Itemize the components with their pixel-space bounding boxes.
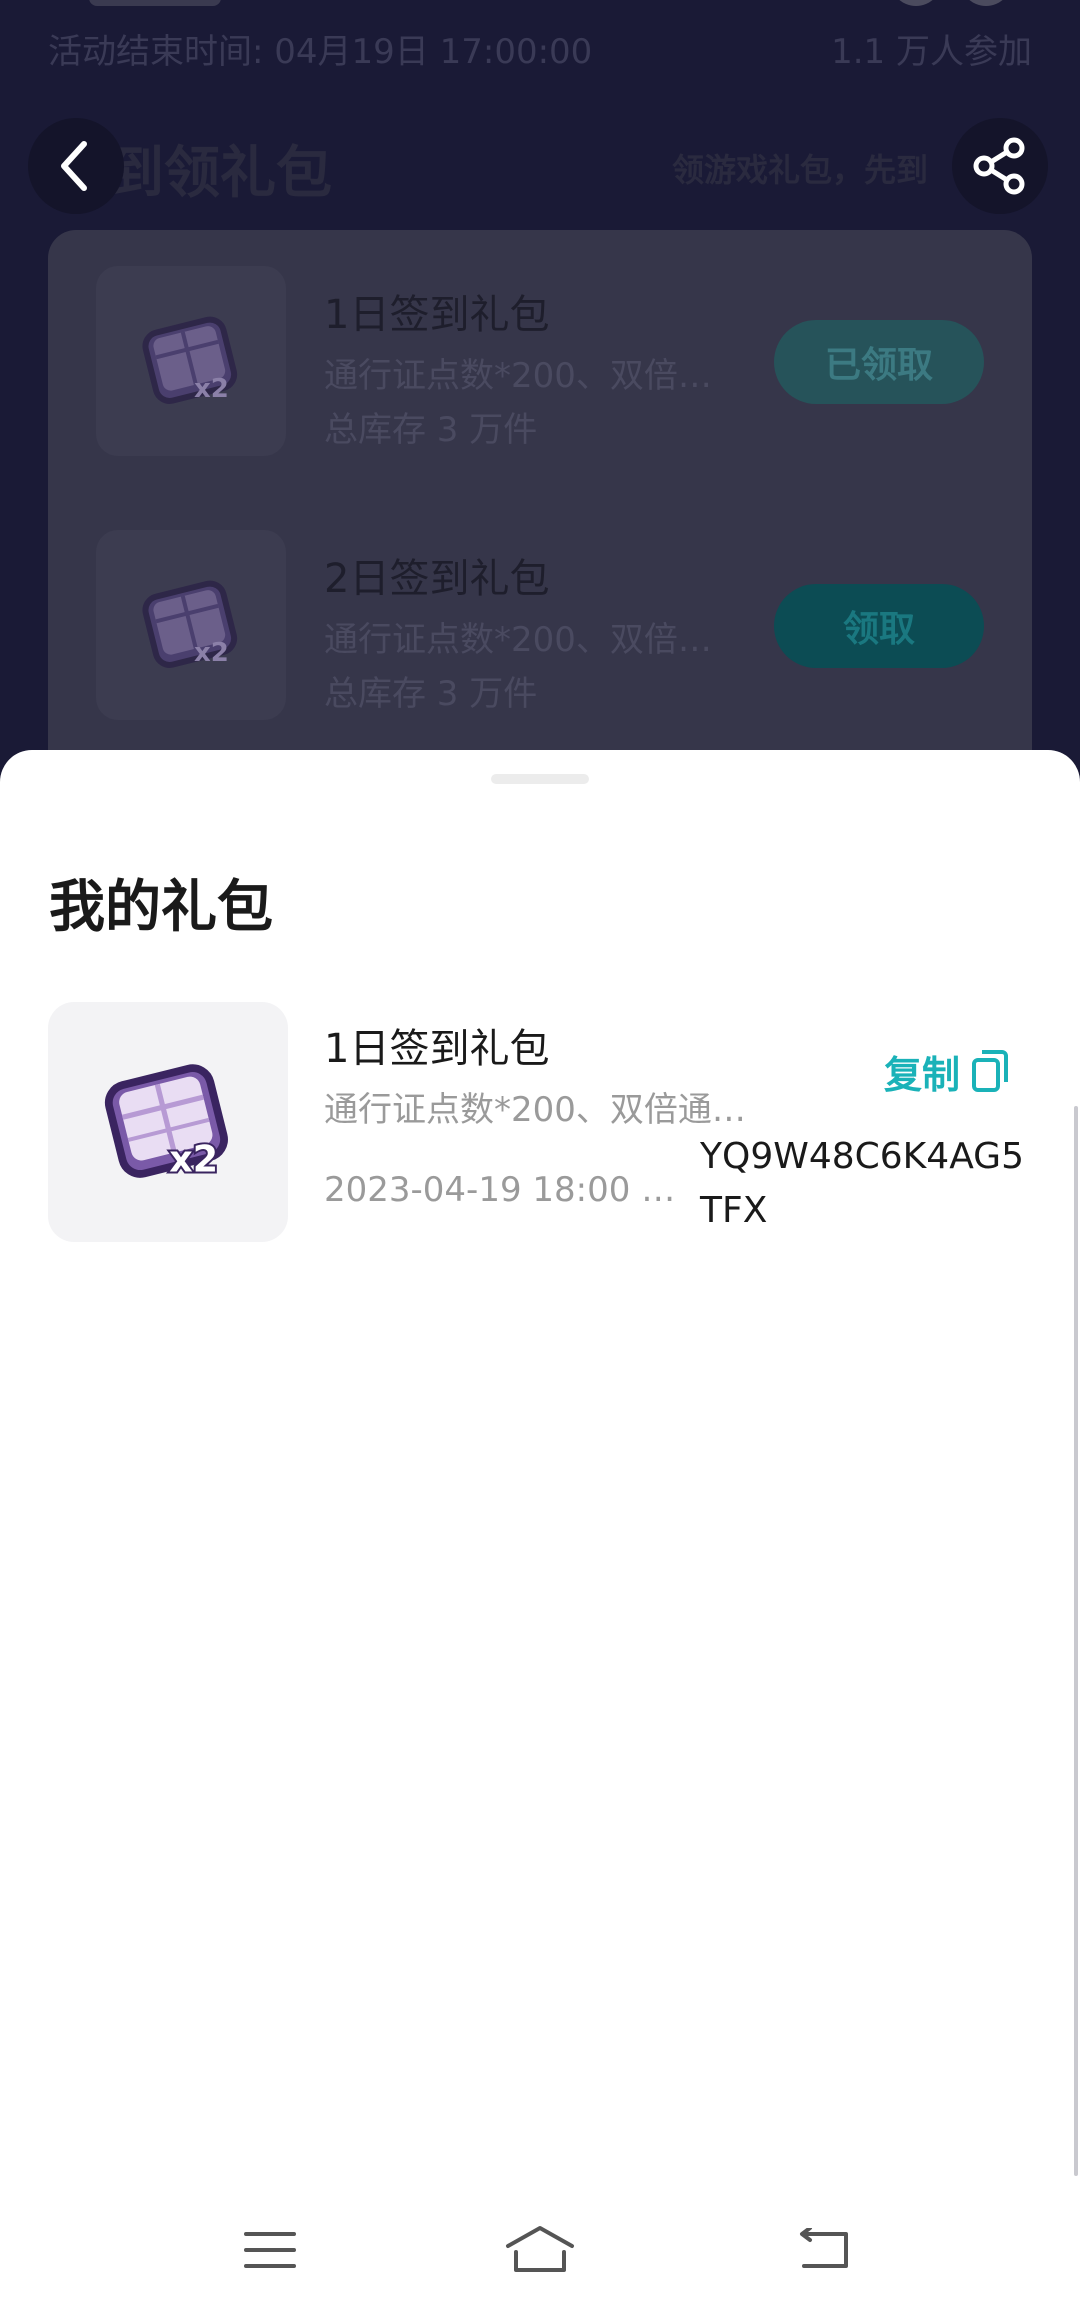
pass-card-x2-icon: x2 [104,1064,228,1182]
share-icon [973,137,1025,195]
back-icon [800,2228,848,2268]
gift-thumbnail: x2 [48,1002,288,1242]
menu-icon [244,2232,296,2268]
background-page: 活动结束时间: 04月19日 17:00:00 1.1 万人参加 签到领礼包 领… [0,0,1080,790]
participant-count: 1.1 万人参加 [831,32,1032,72]
pass-card-x2-icon: x2 [142,316,238,404]
share-button[interactable] [952,118,1048,214]
gift-thumbnail: x2 [96,266,286,456]
top-pill [89,0,221,6]
gift-stock: 总库存 3 万件 [324,410,538,450]
gift-list-panel: x2 1日签到礼包 通行证点数*200、双倍经验卡 总库存 3 万件 已领取 x… [48,230,1032,790]
gift-description: 通行证点数*200、双倍通行证 [324,1090,764,1130]
activity-end-time: 活动结束时间: 04月19日 17:00:00 [48,32,593,72]
nav-menu-button[interactable] [220,2210,320,2290]
copy-label: 复制 [884,1052,961,1097]
gift-name: 1日签到礼包 [324,292,550,338]
copy-icon [972,1050,1009,1092]
avatar [960,0,1012,6]
gift-description: 通行证点数*200、双倍经验卡 [324,356,744,396]
sheet-title: 我的礼包 [49,875,273,940]
gift-thumbnail: x2 [96,530,286,720]
home-icon [506,2226,574,2272]
my-gift-item: x2 1日签到礼包 通行证点数*200、双倍通行证 2023-04-19 18:… [0,1002,1080,1242]
gift-redeem-code: YQ9W48C6K4AG5TFX [700,1136,1024,1231]
svg-text:x2: x2 [194,374,229,404]
claim-button[interactable]: 领取 [774,584,984,668]
gift-valid-date: 2023-04-19 18:00 至 2023-05-19 [324,1170,684,1210]
gift-name: 2日签到礼包 [324,556,550,602]
nav-home-button[interactable] [490,2210,590,2290]
gift-name: 1日签到礼包 [324,1026,550,1072]
section-subtitle: 领游戏礼包，先到 [672,151,929,189]
claimed-button[interactable]: 已领取 [774,320,984,404]
chevron-left-icon [61,141,87,191]
back-button[interactable] [28,118,124,214]
gift-description: 通行证点数*200、双倍经验卡 [324,620,744,660]
gift-row: x2 1日签到礼包 通行证点数*200、双倍经验卡 总库存 3 万件 已领取 [48,230,1032,456]
svg-text:x2: x2 [194,638,229,668]
svg-text:x2: x2 [169,1137,218,1180]
participant-avatars [890,0,1030,6]
gift-stock: 总库存 3 万件 [324,674,538,714]
sheet-drag-handle[interactable] [491,774,589,784]
nav-back-button[interactable] [774,2210,874,2290]
system-nav-bar [0,2200,1080,2316]
my-gifts-sheet: 我的礼包 x2 1日签到礼包 通行证点数*200、双倍通行证 2023-04-1… [0,750,1080,2316]
pass-card-x2-icon: x2 [142,580,238,668]
avatar [890,0,942,6]
scrollbar[interactable] [1074,1106,1078,2176]
copy-code-button[interactable]: 复制 [884,1042,1010,1100]
gift-row: x2 2日签到礼包 通行证点数*200、双倍经验卡 总库存 3 万件 领取 [48,494,1032,720]
